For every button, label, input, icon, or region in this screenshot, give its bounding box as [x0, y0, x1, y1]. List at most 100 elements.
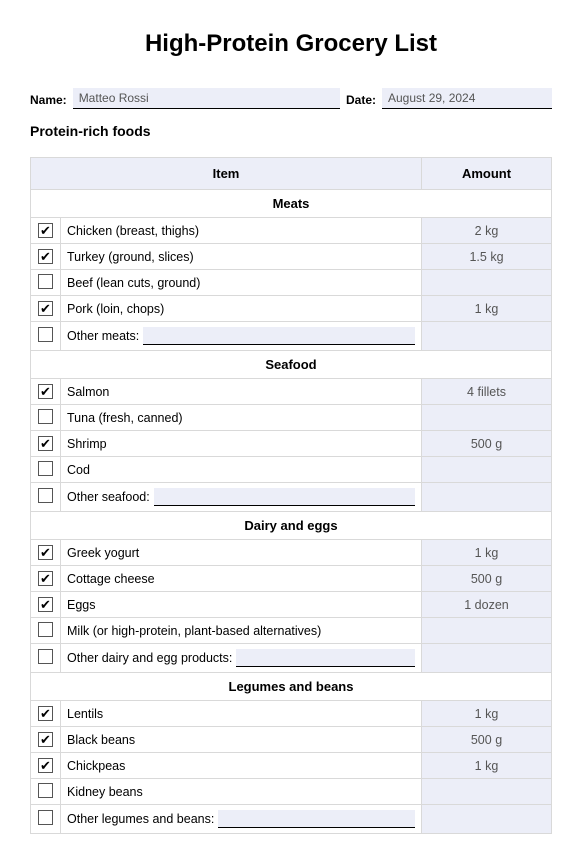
- table-row: ✔ Shrimp500 g: [31, 431, 552, 457]
- grocery-table: Item Amount Meats✔Chicken (breast, thigh…: [30, 157, 552, 834]
- table-row: ✔ Eggs1 dozen: [31, 592, 552, 618]
- checkbox[interactable]: [38, 649, 53, 664]
- amount-cell[interactable]: 2 kg: [422, 218, 552, 244]
- table-row: ✔ Chickpeas1 kg: [31, 753, 552, 779]
- item-cell: Cottage cheese: [61, 566, 422, 592]
- checkbox[interactable]: [38, 327, 53, 342]
- amount-cell[interactable]: [422, 805, 552, 834]
- item-cell: Kidney beans: [61, 779, 422, 805]
- header-item: Item: [31, 158, 422, 190]
- amount-cell[interactable]: [422, 405, 552, 431]
- checkbox[interactable]: [38, 622, 53, 637]
- other-label: Other dairy and egg products:: [67, 651, 232, 665]
- category-header: Legumes and beans: [31, 673, 552, 701]
- checkbox[interactable]: ✔: [38, 249, 53, 264]
- item-cell: Tuna (fresh, canned): [61, 405, 422, 431]
- checkbox[interactable]: [38, 461, 53, 476]
- checkbox-cell: ✔: [31, 431, 61, 457]
- checkbox[interactable]: ✔: [38, 384, 53, 399]
- amount-cell[interactable]: 500 g: [422, 727, 552, 753]
- table-row: Kidney beans: [31, 779, 552, 805]
- amount-cell[interactable]: [422, 644, 552, 673]
- checkbox[interactable]: ✔: [38, 545, 53, 560]
- item-cell: Salmon: [61, 379, 422, 405]
- checkbox-cell: ✔: [31, 753, 61, 779]
- checkbox[interactable]: ✔: [38, 571, 53, 586]
- item-cell: Shrimp: [61, 431, 422, 457]
- table-row: Tuna (fresh, canned): [31, 405, 552, 431]
- item-cell: Other seafood:: [61, 483, 422, 512]
- checkbox-cell: [31, 270, 61, 296]
- checkbox-cell: ✔: [31, 379, 61, 405]
- checkbox[interactable]: ✔: [38, 758, 53, 773]
- checkbox-cell: [31, 779, 61, 805]
- other-input[interactable]: [236, 649, 415, 667]
- checkbox[interactable]: [38, 783, 53, 798]
- table-row: Cod: [31, 457, 552, 483]
- checkbox-cell: ✔: [31, 701, 61, 727]
- checkbox-cell: [31, 618, 61, 644]
- amount-cell[interactable]: 500 g: [422, 431, 552, 457]
- amount-cell[interactable]: 1 kg: [422, 701, 552, 727]
- table-row: ✔Turkey (ground, slices)1.5 kg: [31, 244, 552, 270]
- checkbox-cell: ✔: [31, 540, 61, 566]
- amount-cell[interactable]: [422, 322, 552, 351]
- table-row: ✔ Pork (loin, chops)1 kg: [31, 296, 552, 322]
- name-label: Name:: [30, 93, 67, 109]
- checkbox[interactable]: ✔: [38, 732, 53, 747]
- checkbox[interactable]: ✔: [38, 223, 53, 238]
- meta-row: Name: Matteo Rossi Date: August 29, 2024: [30, 88, 552, 109]
- checkbox[interactable]: ✔: [38, 436, 53, 451]
- table-row: ✔Black beans500 g: [31, 727, 552, 753]
- item-cell: Chickpeas: [61, 753, 422, 779]
- item-cell: Lentils: [61, 701, 422, 727]
- item-cell: Pork (loin, chops): [61, 296, 422, 322]
- amount-cell[interactable]: 500 g: [422, 566, 552, 592]
- checkbox[interactable]: ✔: [38, 597, 53, 612]
- other-input[interactable]: [218, 810, 415, 828]
- checkbox-cell: [31, 457, 61, 483]
- header-amount: Amount: [422, 158, 552, 190]
- table-row: ✔ Chicken (breast, thighs)2 kg: [31, 218, 552, 244]
- other-label: Other meats:: [67, 329, 139, 343]
- amount-cell[interactable]: 4 fillets: [422, 379, 552, 405]
- name-field[interactable]: Matteo Rossi: [73, 88, 340, 109]
- checkbox-cell: ✔: [31, 244, 61, 270]
- amount-cell[interactable]: [422, 618, 552, 644]
- amount-cell[interactable]: 1 kg: [422, 753, 552, 779]
- item-cell: Greek yogurt: [61, 540, 422, 566]
- amount-cell[interactable]: 1 kg: [422, 540, 552, 566]
- amount-cell[interactable]: [422, 483, 552, 512]
- checkbox[interactable]: [38, 488, 53, 503]
- checkbox-cell: ✔: [31, 566, 61, 592]
- checkbox[interactable]: [38, 409, 53, 424]
- section-title: Protein-rich foods: [30, 123, 552, 139]
- table-row: ✔ Cottage cheese500 g: [31, 566, 552, 592]
- item-cell: Other dairy and egg products:: [61, 644, 422, 673]
- amount-cell[interactable]: [422, 270, 552, 296]
- table-row: Other dairy and egg products:: [31, 644, 552, 673]
- checkbox-cell: [31, 483, 61, 512]
- checkbox[interactable]: [38, 274, 53, 289]
- amount-cell[interactable]: 1 dozen: [422, 592, 552, 618]
- amount-cell[interactable]: 1.5 kg: [422, 244, 552, 270]
- checkbox[interactable]: [38, 810, 53, 825]
- checkbox-cell: [31, 644, 61, 673]
- table-row: ✔ Greek yogurt1 kg: [31, 540, 552, 566]
- table-row: ✔ Salmon4 fillets: [31, 379, 552, 405]
- date-field[interactable]: August 29, 2024: [382, 88, 552, 109]
- other-input[interactable]: [143, 327, 415, 345]
- table-row: Beef (lean cuts, ground): [31, 270, 552, 296]
- page-title: High-Protein Grocery List: [30, 30, 552, 58]
- other-input[interactable]: [154, 488, 415, 506]
- amount-cell[interactable]: [422, 779, 552, 805]
- other-label: Other seafood:: [67, 490, 150, 504]
- checkbox[interactable]: ✔: [38, 301, 53, 316]
- amount-cell[interactable]: 1 kg: [422, 296, 552, 322]
- item-cell: Eggs: [61, 592, 422, 618]
- item-cell: Chicken (breast, thighs): [61, 218, 422, 244]
- checkbox-cell: [31, 405, 61, 431]
- amount-cell[interactable]: [422, 457, 552, 483]
- category-header: Dairy and eggs: [31, 512, 552, 540]
- checkbox[interactable]: ✔: [38, 706, 53, 721]
